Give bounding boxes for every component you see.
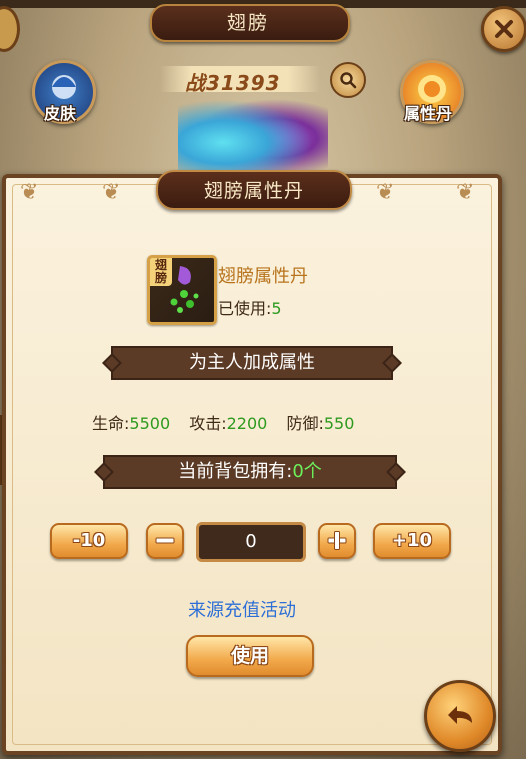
stat-defense: 防御:550 — [286, 414, 354, 433]
item-name: 翅膀属性丹 — [218, 266, 308, 287]
source-link[interactable]: 来源充值活动 — [188, 596, 296, 622]
item-icon[interactable]: 翅膀 — [147, 255, 217, 325]
plus-button[interactable] — [318, 523, 356, 559]
stat-defense-label: 防御: — [286, 414, 324, 433]
search-button[interactable] — [330, 62, 366, 98]
used-value: 5 — [271, 299, 282, 318]
minus-button[interactable] — [146, 523, 184, 559]
ornament-right2-icon: ❦ — [456, 180, 475, 205]
item-used-count: 已使用:5 — [218, 295, 282, 319]
ornament-right-icon: ❦ — [376, 180, 395, 205]
stat-defense-value: 550 — [323, 414, 355, 433]
backpack-banner: 当前背包拥有:0个 — [103, 455, 397, 489]
item-badge: 翅膀 — [150, 258, 172, 286]
used-label: 已使用: — [218, 299, 272, 318]
dialog-title: 翅膀属性丹 — [203, 180, 304, 202]
stat-list: 生命:5500 攻击:2200 防御:550 — [92, 410, 368, 434]
backpack-label: 当前背包拥有: — [178, 461, 293, 482]
attribute-pill-dialog: ❦ ❦ ❦ ❦ 翅膀属性丹 翅膀 翅膀属性丹 已使用:5 为主人加成属性 生命:… — [2, 170, 502, 755]
stat-attack: 攻击:2200 — [189, 414, 267, 433]
close-button[interactable] — [481, 6, 526, 52]
stat-attack-label: 攻击: — [189, 414, 227, 433]
stat-attack-value: 2200 — [226, 414, 268, 433]
minus-icon — [155, 537, 175, 544]
search-icon — [340, 72, 357, 89]
close-icon — [495, 20, 513, 38]
skin-label: 皮肤 — [44, 104, 77, 123]
plus-10-button[interactable]: +10 — [373, 523, 451, 559]
plus-icon — [327, 531, 347, 550]
background-title: 翅膀 — [226, 12, 269, 34]
bonus-banner: 为主人加成属性 — [111, 346, 393, 380]
pill-label: 属性丹 — [404, 104, 453, 123]
back-button[interactable] — [424, 680, 496, 752]
back-arrow-icon — [448, 706, 472, 724]
wing-character-preview — [178, 92, 328, 176]
ornament-left-icon: ❦ — [20, 180, 39, 205]
backpack-value: 0个 — [292, 461, 322, 482]
quantity-input[interactable]: 0 — [196, 522, 306, 562]
stat-hp-label: 生命: — [92, 414, 130, 433]
ornament-left2-icon: ❦ — [102, 180, 121, 205]
use-button[interactable]: 使用 — [186, 635, 314, 677]
minus-10-button[interactable]: -10 — [50, 523, 128, 559]
stat-hp-value: 5500 — [129, 414, 171, 433]
stat-hp: 生命:5500 — [92, 414, 170, 433]
